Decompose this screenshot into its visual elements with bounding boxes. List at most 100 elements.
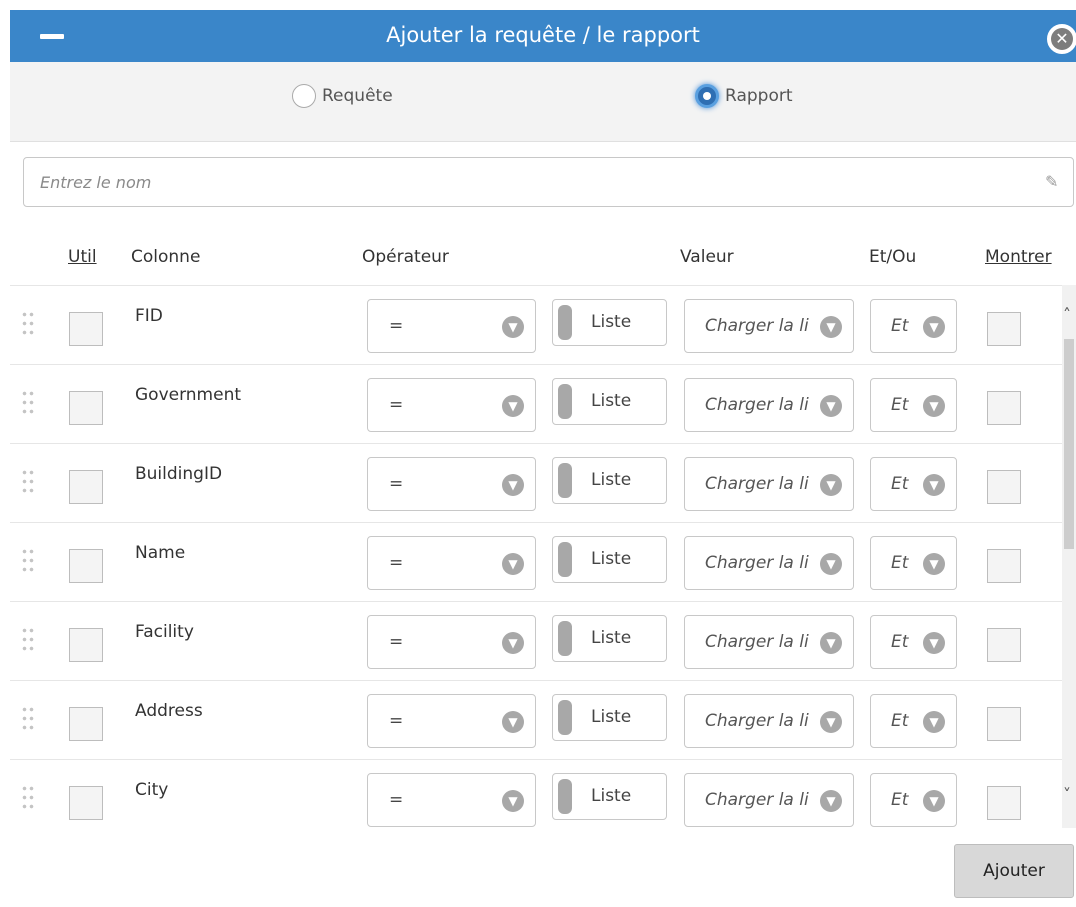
use-checkbox[interactable] bbox=[69, 549, 103, 583]
value-text: Charger la li bbox=[705, 395, 809, 415]
value-text: Charger la li bbox=[705, 316, 809, 336]
operator-select[interactable]: = ▼ bbox=[367, 615, 536, 669]
drag-handle-icon[interactable] bbox=[21, 626, 35, 654]
use-checkbox[interactable] bbox=[69, 470, 103, 504]
andor-select[interactable]: Et ▼ bbox=[870, 773, 957, 827]
radio-requete[interactable] bbox=[292, 84, 316, 108]
andor-value: Et bbox=[891, 632, 909, 652]
operator-value: = bbox=[389, 632, 404, 652]
dialog-titlebar: Ajouter la requête / le rapport bbox=[10, 10, 1076, 62]
show-checkbox[interactable] bbox=[987, 549, 1021, 583]
andor-value: Et bbox=[891, 395, 909, 415]
toggle-label: Liste bbox=[591, 707, 632, 727]
value-text: Charger la li bbox=[705, 474, 809, 494]
show-checkbox[interactable] bbox=[987, 786, 1021, 820]
scrollbar[interactable] bbox=[1062, 285, 1076, 828]
chevron-down-icon: ▼ bbox=[923, 632, 945, 654]
andor-select[interactable]: Et ▼ bbox=[870, 457, 957, 511]
show-checkbox[interactable] bbox=[987, 470, 1021, 504]
scrollbar-thumb[interactable] bbox=[1064, 339, 1074, 549]
operator-select[interactable]: = ▼ bbox=[367, 536, 536, 590]
chevron-down-icon: ▼ bbox=[820, 790, 842, 812]
use-checkbox[interactable] bbox=[69, 786, 103, 820]
show-checkbox[interactable] bbox=[987, 391, 1021, 425]
use-checkbox[interactable] bbox=[69, 628, 103, 662]
andor-value: Et bbox=[891, 553, 909, 573]
drag-handle-icon[interactable] bbox=[21, 310, 35, 338]
drag-handle-icon[interactable] bbox=[21, 547, 35, 575]
chevron-down-icon: ▼ bbox=[923, 395, 945, 417]
operator-value: = bbox=[389, 316, 404, 336]
list-toggle[interactable]: Liste bbox=[552, 378, 667, 425]
value-select[interactable]: Charger la li ▼ bbox=[684, 773, 854, 827]
radio-option-rapport[interactable]: Rapport bbox=[695, 84, 793, 108]
andor-select[interactable]: Et ▼ bbox=[870, 694, 957, 748]
drag-handle-icon[interactable] bbox=[21, 705, 35, 733]
column-name: City bbox=[135, 780, 169, 800]
operator-select[interactable]: = ▼ bbox=[367, 457, 536, 511]
list-toggle[interactable]: Liste bbox=[552, 615, 667, 662]
value-select[interactable]: Charger la li ▼ bbox=[684, 457, 854, 511]
drag-handle-icon[interactable] bbox=[21, 389, 35, 417]
chevron-down-icon: ▼ bbox=[502, 790, 524, 812]
list-toggle[interactable]: Liste bbox=[552, 694, 667, 741]
andor-value: Et bbox=[891, 474, 909, 494]
header-column: Colonne bbox=[131, 247, 201, 267]
list-toggle[interactable]: Liste bbox=[552, 773, 667, 820]
value-select[interactable]: Charger la li ▼ bbox=[684, 615, 854, 669]
show-checkbox[interactable] bbox=[987, 628, 1021, 662]
close-icon: ✕ bbox=[1051, 28, 1073, 50]
list-toggle[interactable]: Liste bbox=[552, 299, 667, 346]
column-name: Name bbox=[135, 543, 186, 563]
table-row: Facility = ▼ Liste Charger la li ▼ Et ▼ bbox=[10, 601, 1062, 680]
chevron-down-icon: ▼ bbox=[502, 395, 524, 417]
header-value: Valeur bbox=[680, 247, 734, 267]
value-select[interactable]: Charger la li ▼ bbox=[684, 299, 854, 353]
use-checkbox[interactable] bbox=[69, 391, 103, 425]
andor-select[interactable]: Et ▼ bbox=[870, 299, 957, 353]
andor-select[interactable]: Et ▼ bbox=[870, 615, 957, 669]
list-toggle[interactable]: Liste bbox=[552, 457, 667, 504]
andor-select[interactable]: Et ▼ bbox=[870, 378, 957, 432]
value-text: Charger la li bbox=[705, 790, 809, 810]
operator-select[interactable]: = ▼ bbox=[367, 378, 536, 432]
chevron-down-icon: ▼ bbox=[502, 553, 524, 575]
dialog-title: Ajouter la requête / le rapport bbox=[386, 23, 700, 47]
operator-select[interactable]: = ▼ bbox=[367, 694, 536, 748]
close-button[interactable]: ✕ bbox=[1045, 22, 1076, 56]
scroll-up-icon[interactable]: ˄ bbox=[1063, 305, 1071, 324]
use-checkbox[interactable] bbox=[69, 707, 103, 741]
chevron-down-icon: ▼ bbox=[923, 790, 945, 812]
operator-select[interactable]: = ▼ bbox=[367, 299, 536, 353]
andor-value: Et bbox=[891, 711, 909, 731]
toggle-label: Liste bbox=[591, 312, 632, 332]
value-select[interactable]: Charger la li ▼ bbox=[684, 536, 854, 590]
radio-rapport[interactable] bbox=[695, 84, 719, 108]
table-row: City = ▼ Liste Charger la li ▼ Et ▼ bbox=[10, 759, 1062, 828]
header-show[interactable]: Montrer bbox=[985, 247, 1052, 267]
show-checkbox[interactable] bbox=[987, 707, 1021, 741]
column-name: BuildingID bbox=[135, 464, 223, 484]
add-button[interactable]: Ajouter bbox=[954, 844, 1074, 898]
use-checkbox[interactable] bbox=[69, 312, 103, 346]
radio-label-rapport: Rapport bbox=[725, 86, 793, 106]
operator-value: = bbox=[389, 553, 404, 573]
header-use[interactable]: Util bbox=[68, 247, 97, 267]
scroll-down-icon[interactable]: ˅ bbox=[1063, 785, 1071, 804]
value-select[interactable]: Charger la li ▼ bbox=[684, 694, 854, 748]
toggle-knob bbox=[558, 463, 572, 498]
operator-select[interactable]: = ▼ bbox=[367, 773, 536, 827]
drag-handle-icon[interactable] bbox=[21, 468, 35, 496]
toggle-knob bbox=[558, 621, 572, 656]
chevron-down-icon: ▼ bbox=[820, 553, 842, 575]
column-name: Government bbox=[135, 385, 242, 405]
toggle-label: Liste bbox=[591, 628, 632, 648]
radio-option-requete[interactable]: Requête bbox=[292, 84, 393, 108]
list-toggle[interactable]: Liste bbox=[552, 536, 667, 583]
show-checkbox[interactable] bbox=[987, 312, 1021, 346]
name-input[interactable] bbox=[23, 157, 1074, 207]
drag-handle-icon[interactable] bbox=[21, 784, 35, 812]
chevron-down-icon: ▼ bbox=[923, 474, 945, 496]
andor-select[interactable]: Et ▼ bbox=[870, 536, 957, 590]
value-select[interactable]: Charger la li ▼ bbox=[684, 378, 854, 432]
